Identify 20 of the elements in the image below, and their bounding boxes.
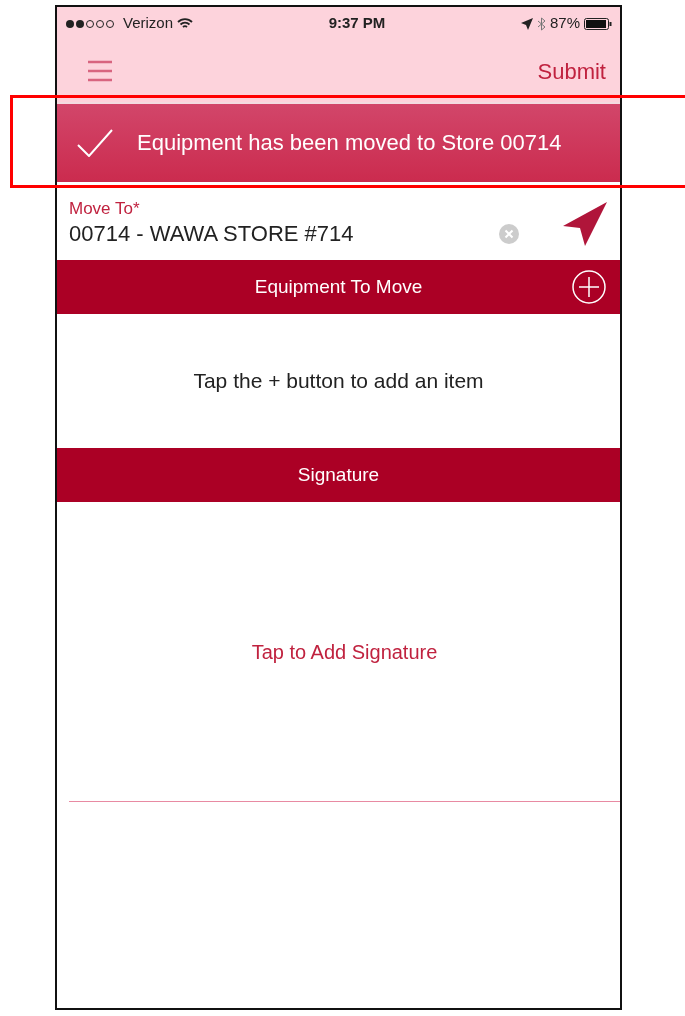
empty-message: Tap the + button to add an item — [193, 368, 484, 395]
menu-icon[interactable] — [87, 60, 113, 82]
bluetooth-icon — [536, 16, 546, 31]
location-arrow-icon — [520, 17, 533, 30]
signature-pad[interactable]: Tap to Add Signature — [69, 502, 620, 802]
submit-button[interactable]: Submit — [537, 54, 606, 88]
section-title: Equipment To Move — [254, 274, 423, 299]
signature-prompt[interactable]: Tap to Add Signature — [251, 636, 438, 667]
notice-message: Equipment has been moved to Store 00714 — [137, 129, 562, 157]
checkmark-icon — [77, 129, 113, 157]
battery-percent: 87% — [549, 13, 580, 34]
wifi-icon — [177, 17, 194, 30]
location-arrow-icon[interactable] — [562, 201, 608, 247]
clock-time: 9:37 PM — [328, 13, 386, 34]
carrier-name: Verizon — [123, 13, 174, 34]
add-icon[interactable] — [572, 270, 606, 304]
battery-icon — [584, 17, 612, 30]
section-title: Signature — [297, 462, 380, 487]
move-to-field[interactable]: 00714 - WAWA STORE #714 — [69, 219, 499, 249]
field-label: Move To* — [69, 199, 141, 219]
